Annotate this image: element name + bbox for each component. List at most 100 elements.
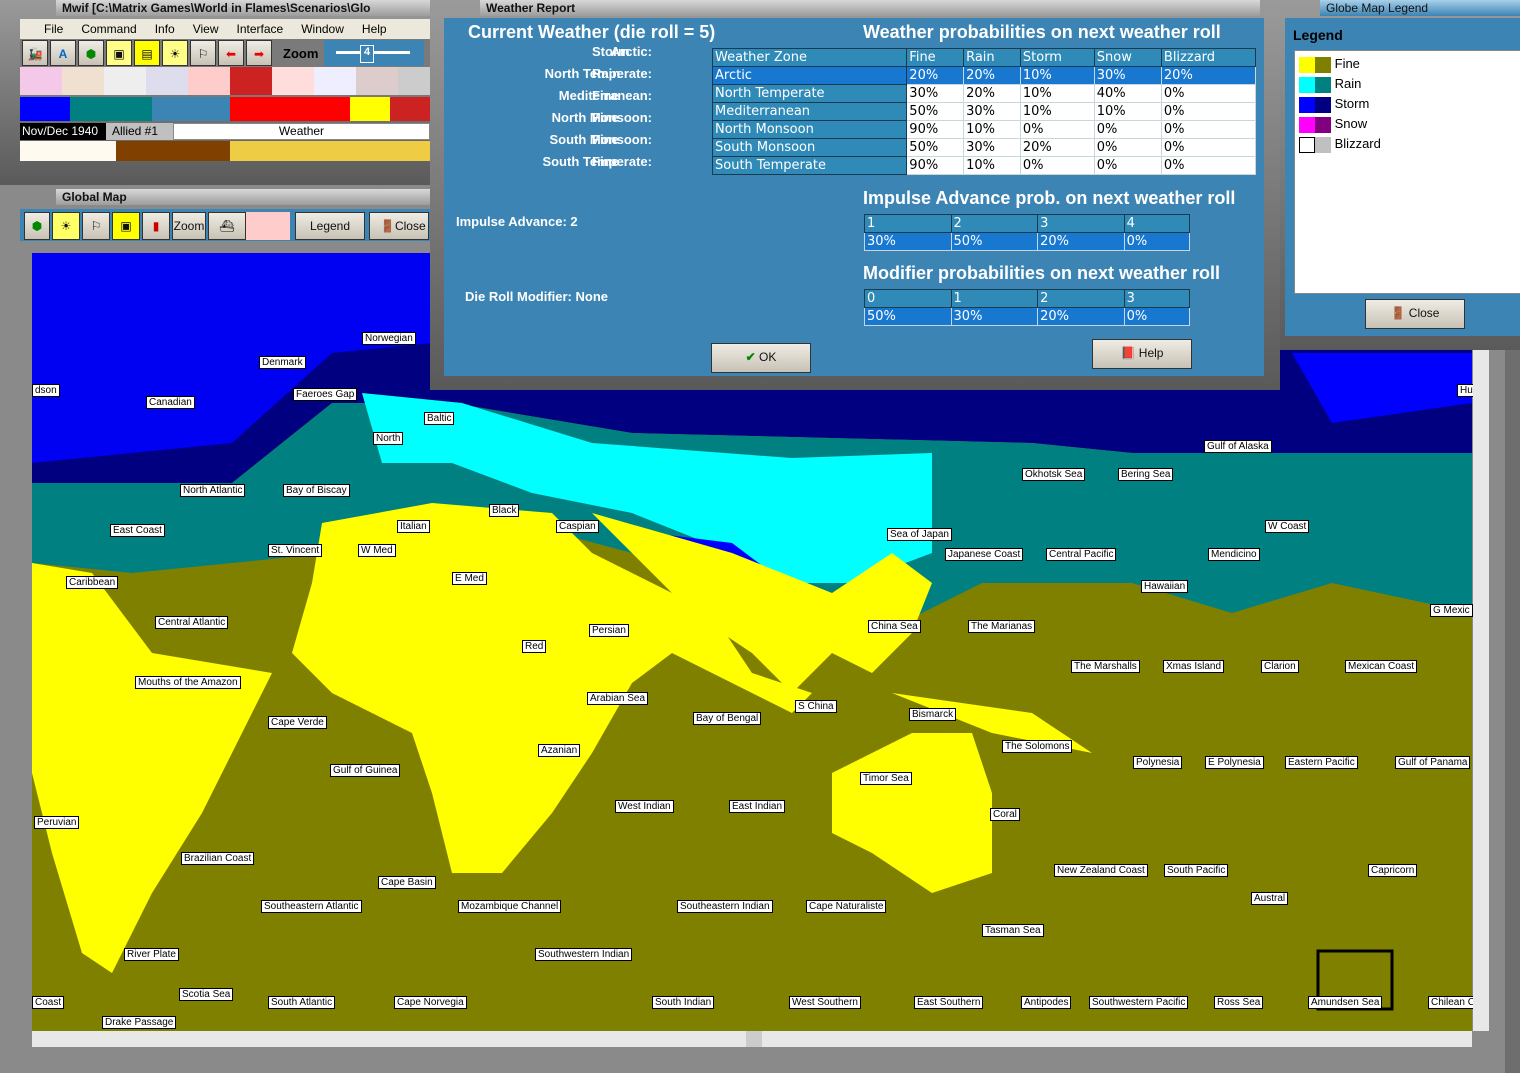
- menu-interface[interactable]: Interface: [237, 22, 284, 36]
- sea-zone-label[interactable]: The Solomons: [1002, 740, 1073, 753]
- sea-zone-label[interactable]: Austral: [1251, 892, 1289, 905]
- sea-zone-label[interactable]: Faeroes Gap: [293, 388, 358, 401]
- sea-zone-label[interactable]: St. Vincent: [268, 544, 323, 557]
- sea-zone-label[interactable]: Gulf of Alaska: [1204, 440, 1272, 453]
- sea-zone-label[interactable]: Mouths of the Amazon: [135, 676, 241, 689]
- sea-zone-label[interactable]: West Southern: [789, 996, 861, 1009]
- map-horizontal-scrollbar[interactable]: [32, 1031, 1472, 1047]
- sea-zone-label[interactable]: Hawaiian: [1141, 580, 1189, 593]
- back-arrow-button[interactable]: ⬅: [218, 40, 244, 66]
- menu-window[interactable]: Window: [301, 22, 344, 36]
- sea-zone-label[interactable]: Mozambique Channel: [458, 900, 562, 913]
- sea-zone-label[interactable]: Xmas Island: [1163, 660, 1225, 673]
- sea-zone-label[interactable]: Japanese Coast: [945, 548, 1024, 561]
- legend-close-button[interactable]: 🚪 Close: [1365, 299, 1465, 329]
- menu-info[interactable]: Info: [155, 22, 175, 36]
- sea-zone-label[interactable]: W Med: [358, 544, 396, 557]
- sea-zone-label[interactable]: Gulf of Panama: [1395, 756, 1471, 769]
- table-row[interactable]: North Temperate 30% 20% 10% 40% 0%: [711, 84, 1257, 103]
- menu-help[interactable]: Help: [362, 22, 387, 36]
- sea-zone-label[interactable]: Tasman Sea: [982, 924, 1044, 937]
- hex-button[interactable]: ⬢: [78, 40, 104, 66]
- sea-zone-label[interactable]: The Marshalls: [1071, 660, 1140, 673]
- table-row[interactable]: South Monsoon 50% 30% 20% 0% 0%: [711, 138, 1257, 157]
- sea-zone-label[interactable]: E Polynesia: [1205, 756, 1264, 769]
- table-row[interactable]: Mediterranean 50% 30% 10% 10% 0%: [711, 102, 1257, 121]
- sea-zone-label[interactable]: Red: [522, 640, 547, 653]
- sea-zone-label[interactable]: Amundsen Sea: [1308, 996, 1383, 1009]
- sea-zone-label[interactable]: Azanian: [538, 744, 581, 757]
- sea-zone-label[interactable]: Peruvian: [34, 816, 80, 829]
- forward-arrow-button[interactable]: ➡: [246, 40, 272, 66]
- sea-zone-label[interactable]: Cape Naturaliste: [806, 900, 887, 913]
- sea-zone-label[interactable]: Persian: [589, 624, 629, 637]
- zoom-slider-thumb[interactable]: 4: [360, 45, 374, 63]
- sea-zone-label[interactable]: Bay of Bengal: [693, 712, 762, 725]
- sea-zone-label[interactable]: dson: [32, 384, 60, 397]
- sea-zone-label[interactable]: Southeastern Indian: [677, 900, 773, 913]
- sea-zone-label[interactable]: W Coast: [1265, 520, 1310, 533]
- sea-zone-label[interactable]: Baltic: [424, 412, 455, 425]
- train-button[interactable]: 🚂: [22, 40, 48, 66]
- pencil-button[interactable]: ▮: [142, 212, 170, 240]
- sea-zone-label[interactable]: Arabian Sea: [587, 692, 649, 705]
- font-button[interactable]: A: [50, 40, 76, 66]
- sea-zone-label[interactable]: North: [373, 432, 404, 445]
- sea-zone-label[interactable]: North Atlantic: [180, 484, 246, 497]
- sea-zone-label[interactable]: E Med: [452, 572, 487, 585]
- ok-button[interactable]: ✔ OK: [711, 343, 811, 373]
- sea-zone-label[interactable]: G Mexic: [1430, 604, 1473, 617]
- sea-zone-label[interactable]: Central Pacific: [1046, 548, 1117, 561]
- sea-zone-label[interactable]: Clarion: [1261, 660, 1299, 673]
- sea-zone-label[interactable]: Sea of Japan: [887, 528, 952, 541]
- menu-file[interactable]: File: [44, 22, 63, 36]
- sea-zone-label[interactable]: Eastern Pacific: [1285, 756, 1358, 769]
- sea-zone-label[interactable]: Polynesia: [1133, 756, 1183, 769]
- sea-zone-label[interactable]: South Atlantic: [268, 996, 336, 1009]
- sea-zone-label[interactable]: China Sea: [868, 620, 921, 633]
- legend-button[interactable]: Legend: [295, 212, 365, 240]
- hex-button[interactable]: ⬢: [24, 212, 50, 240]
- map-vertical-scrollbar[interactable]: [1473, 253, 1489, 1031]
- sea-zone-label[interactable]: South Indian: [652, 996, 715, 1009]
- sea-zone-label[interactable]: Ross Sea: [1214, 996, 1264, 1009]
- map-close-button[interactable]: 🚪Close: [369, 212, 429, 240]
- sea-zone-label[interactable]: Antipodes: [1021, 996, 1072, 1009]
- sea-zone-label[interactable]: Southwestern Indian: [535, 948, 633, 961]
- sea-zone-label[interactable]: Brazilian Coast: [181, 852, 255, 865]
- sea-zone-label[interactable]: Black: [489, 504, 520, 517]
- table-row[interactable]: 30% 50% 20% 0%: [864, 232, 1191, 251]
- flag-button[interactable]: ⚐: [190, 40, 216, 66]
- sea-zone-label[interactable]: River Plate: [124, 948, 179, 961]
- sea-zone-label[interactable]: East Indian: [729, 800, 786, 813]
- map-zoom-button[interactable]: Zoom: [172, 212, 206, 240]
- sea-zone-label[interactable]: Southwestern Pacific: [1089, 996, 1189, 1009]
- sea-zone-label[interactable]: Italian: [397, 520, 430, 533]
- sea-zone-label[interactable]: Okhotsk Sea: [1022, 468, 1086, 481]
- table-row[interactable]: South Temperate 90% 10% 0% 0% 0%: [711, 156, 1257, 175]
- help-button[interactable]: 📕 Help: [1092, 339, 1192, 369]
- sea-zone-label[interactable]: Southeastern Atlantic: [261, 900, 362, 913]
- flag-button[interactable]: ⚐: [82, 212, 110, 240]
- sea-zone-label[interactable]: West Indian: [615, 800, 674, 813]
- sea-zone-label[interactable]: Caribbean: [66, 576, 119, 589]
- sea-zone-label[interactable]: New Zealand Coast: [1054, 864, 1148, 877]
- menu-view[interactable]: View: [193, 22, 219, 36]
- table-row[interactable]: North Monsoon 90% 10% 0% 0% 0%: [711, 120, 1257, 139]
- sea-zone-label[interactable]: Norwegian: [362, 332, 416, 345]
- weather-button[interactable]: ☀: [52, 212, 80, 240]
- sea-zone-label[interactable]: Cape Basin: [378, 876, 436, 889]
- sea-zone-label[interactable]: Capricorn: [1368, 864, 1418, 877]
- sea-zone-label[interactable]: S China: [795, 700, 837, 713]
- sea-zone-label[interactable]: Cape Norvegia: [394, 996, 467, 1009]
- sea-zone-label[interactable]: Cape Verde: [268, 716, 327, 729]
- sea-zone-label[interactable]: Scotia Sea: [179, 988, 234, 1001]
- sea-zone-label[interactable]: Mexican Coast: [1345, 660, 1418, 673]
- sea-zone-label[interactable]: South Pacific: [1164, 864, 1229, 877]
- menu-command[interactable]: Command: [81, 22, 136, 36]
- sea-zone-label[interactable]: Denmark: [259, 356, 306, 369]
- unit-button[interactable]: ▣: [112, 212, 140, 240]
- sea-zone-label[interactable]: Bering Sea: [1118, 468, 1174, 481]
- sea-zone-label[interactable]: Caspian: [556, 520, 599, 533]
- sea-zone-label[interactable]: The Marianas: [968, 620, 1036, 633]
